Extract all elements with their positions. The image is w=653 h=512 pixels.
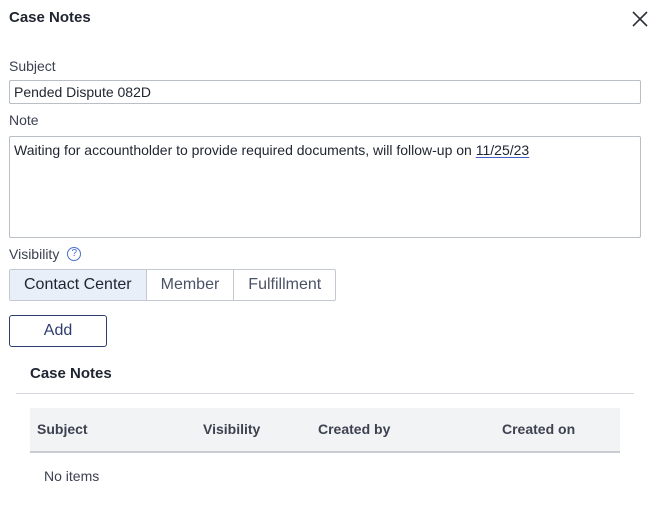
subject-input[interactable]: Pended Dispute 082D bbox=[9, 80, 641, 104]
add-button[interactable]: Add bbox=[9, 315, 107, 347]
visibility-option-fulfillment[interactable]: Fulfillment bbox=[233, 270, 335, 300]
table-header: Subject Visibility Created by Created on bbox=[30, 408, 620, 453]
column-header-visibility[interactable]: Visibility bbox=[203, 421, 260, 437]
note-date: 11/25/23 bbox=[475, 142, 530, 158]
case-notes-heading: Case Notes bbox=[30, 365, 112, 382]
visibility-row: Visibility ? bbox=[9, 246, 82, 262]
visibility-selector: Contact Center Member Fulfillment bbox=[9, 269, 337, 301]
help-circle-icon[interactable]: ? bbox=[67, 247, 82, 261]
visibility-label: Visibility bbox=[9, 246, 60, 262]
note-text: Waiting for accountholder to provide req… bbox=[14, 142, 476, 158]
column-header-subject[interactable]: Subject bbox=[37, 421, 88, 437]
subject-value: Pended Dispute 082D bbox=[14, 84, 151, 100]
dialog-title: Case Notes bbox=[9, 9, 91, 26]
empty-table-message: No items bbox=[44, 468, 100, 484]
column-header-created-by[interactable]: Created by bbox=[318, 421, 390, 437]
section-divider bbox=[16, 393, 634, 394]
subject-label: Subject bbox=[9, 58, 56, 74]
visibility-option-member[interactable]: Member bbox=[145, 270, 234, 300]
close-icon bbox=[632, 11, 648, 27]
close-button[interactable] bbox=[630, 9, 650, 29]
visibility-option-contact-center[interactable]: Contact Center bbox=[10, 270, 146, 300]
column-header-created-on[interactable]: Created on bbox=[502, 421, 575, 437]
note-label: Note bbox=[9, 112, 39, 128]
note-textarea[interactable]: Waiting for accountholder to provide req… bbox=[9, 136, 641, 238]
